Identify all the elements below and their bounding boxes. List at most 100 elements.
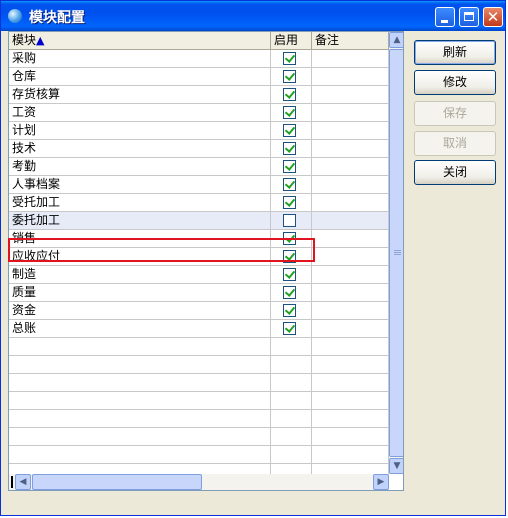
enabled-cell [271, 356, 312, 373]
enabled-checkbox[interactable] [283, 52, 296, 65]
modify-button[interactable]: 修改 [414, 70, 496, 95]
column-header-module[interactable]: 模块▲ [9, 32, 271, 49]
scroll-left-button[interactable]: ◀ [15, 474, 31, 490]
enabled-checkbox[interactable] [283, 178, 296, 191]
enabled-cell [271, 410, 312, 427]
enabled-checkbox[interactable] [283, 142, 296, 155]
table-row[interactable]: 质量 [9, 284, 389, 302]
enabled-checkbox[interactable] [283, 106, 296, 119]
note-cell[interactable] [312, 122, 389, 139]
window-title: 模块配置 [29, 10, 85, 26]
table-row[interactable]: 采购 [9, 50, 389, 68]
maximize-button[interactable] [459, 7, 479, 27]
empty-row[interactable] [9, 374, 389, 392]
scroll-up-button[interactable]: ▲ [389, 32, 403, 48]
table-row[interactable]: 技术 [9, 140, 389, 158]
note-cell[interactable] [312, 176, 389, 193]
vertical-scrollbar[interactable]: ▲ ▼ [389, 32, 403, 474]
module-name-cell: 计划 [9, 122, 271, 139]
empty-row[interactable] [9, 338, 389, 356]
note-cell[interactable] [312, 266, 389, 283]
enabled-cell [271, 50, 312, 67]
enabled-cell [271, 158, 312, 175]
enabled-checkbox[interactable] [283, 196, 296, 209]
note-cell[interactable] [312, 140, 389, 157]
column-label-module: 模块 [12, 33, 37, 47]
table-row[interactable]: 委托加工 [9, 212, 389, 230]
scroll-position-marker [11, 476, 13, 488]
horizontal-scrollbar[interactable]: ◀ ▶ [9, 474, 389, 490]
note-cell[interactable] [312, 212, 389, 229]
table-row[interactable]: 计划 [9, 122, 389, 140]
module-name-cell: 总账 [9, 320, 271, 337]
scroll-right-button[interactable]: ▶ [373, 474, 389, 490]
enabled-checkbox[interactable] [283, 88, 296, 101]
note-cell[interactable] [312, 68, 389, 85]
enabled-checkbox[interactable] [283, 286, 296, 299]
scroll-down-button[interactable]: ▼ [389, 458, 403, 474]
title-bar[interactable]: 模块配置 ✕ [1, 1, 505, 31]
table-row[interactable]: 资金 [9, 302, 389, 320]
enabled-checkbox[interactable] [283, 214, 296, 227]
note-cell[interactable] [312, 374, 389, 391]
note-cell[interactable] [312, 284, 389, 301]
table-row[interactable]: 人事档案 [9, 176, 389, 194]
note-cell[interactable] [312, 410, 389, 427]
note-cell[interactable] [312, 446, 389, 463]
red-highlight-box [8, 238, 315, 262]
column-header-note[interactable]: 备注 [312, 32, 389, 49]
note-cell[interactable] [312, 158, 389, 175]
note-cell[interactable] [312, 338, 389, 355]
module-name-cell [9, 428, 271, 445]
client-area: 模块▲ 启用 备注 采购 仓库 存货核算 工资 计划 技术 考勤 人事档案 受托加工 委托加工 销售… [4, 31, 502, 512]
empty-row[interactable] [9, 356, 389, 374]
note-cell[interactable] [312, 50, 389, 67]
table-row[interactable]: 仓库 [9, 68, 389, 86]
note-cell[interactable] [312, 86, 389, 103]
enabled-cell [271, 284, 312, 301]
empty-row[interactable] [9, 410, 389, 428]
table-row[interactable]: 总账 [9, 320, 389, 338]
empty-row[interactable] [9, 392, 389, 410]
empty-row[interactable] [9, 446, 389, 464]
table-row[interactable]: 存货核算 [9, 86, 389, 104]
module-name-cell: 采购 [9, 50, 271, 67]
note-cell[interactable] [312, 428, 389, 445]
close-window-button[interactable]: ✕ [483, 7, 503, 27]
note-cell[interactable] [312, 302, 389, 319]
enabled-checkbox[interactable] [283, 322, 296, 335]
note-cell[interactable] [312, 392, 389, 409]
grip-line [394, 250, 401, 251]
module-name-cell: 仓库 [9, 68, 271, 85]
note-cell[interactable] [312, 248, 389, 265]
minimize-button[interactable] [435, 7, 455, 27]
table-row[interactable]: 制造 [9, 266, 389, 284]
column-header-enabled[interactable]: 启用 [271, 32, 312, 49]
close-button[interactable]: 关闭 [414, 160, 496, 185]
note-cell[interactable] [312, 356, 389, 373]
table-row[interactable]: 工资 [9, 104, 389, 122]
note-cell[interactable] [312, 320, 389, 337]
note-cell[interactable] [312, 194, 389, 211]
enabled-checkbox[interactable] [283, 70, 296, 83]
module-name-cell [9, 410, 271, 427]
refresh-button[interactable]: 刷新 [414, 40, 496, 65]
grip-line [394, 254, 401, 255]
table-row[interactable]: 考勤 [9, 158, 389, 176]
maximize-icon [460, 8, 478, 26]
vertical-scroll-thumb[interactable] [389, 49, 403, 457]
note-cell[interactable] [312, 230, 389, 247]
cancel-button[interactable]: 取消 [414, 131, 496, 156]
horizontal-scroll-thumb[interactable] [32, 474, 202, 490]
table-row[interactable]: 受托加工 [9, 194, 389, 212]
enabled-checkbox[interactable] [283, 124, 296, 137]
grip-line [394, 252, 401, 253]
enabled-checkbox[interactable] [283, 268, 296, 281]
save-button[interactable]: 保存 [414, 101, 496, 126]
sort-ascending-icon: ▲ [36, 34, 45, 47]
note-cell[interactable] [312, 104, 389, 121]
enabled-cell [271, 266, 312, 283]
enabled-checkbox[interactable] [283, 304, 296, 317]
enabled-checkbox[interactable] [283, 160, 296, 173]
empty-row[interactable] [9, 428, 389, 446]
